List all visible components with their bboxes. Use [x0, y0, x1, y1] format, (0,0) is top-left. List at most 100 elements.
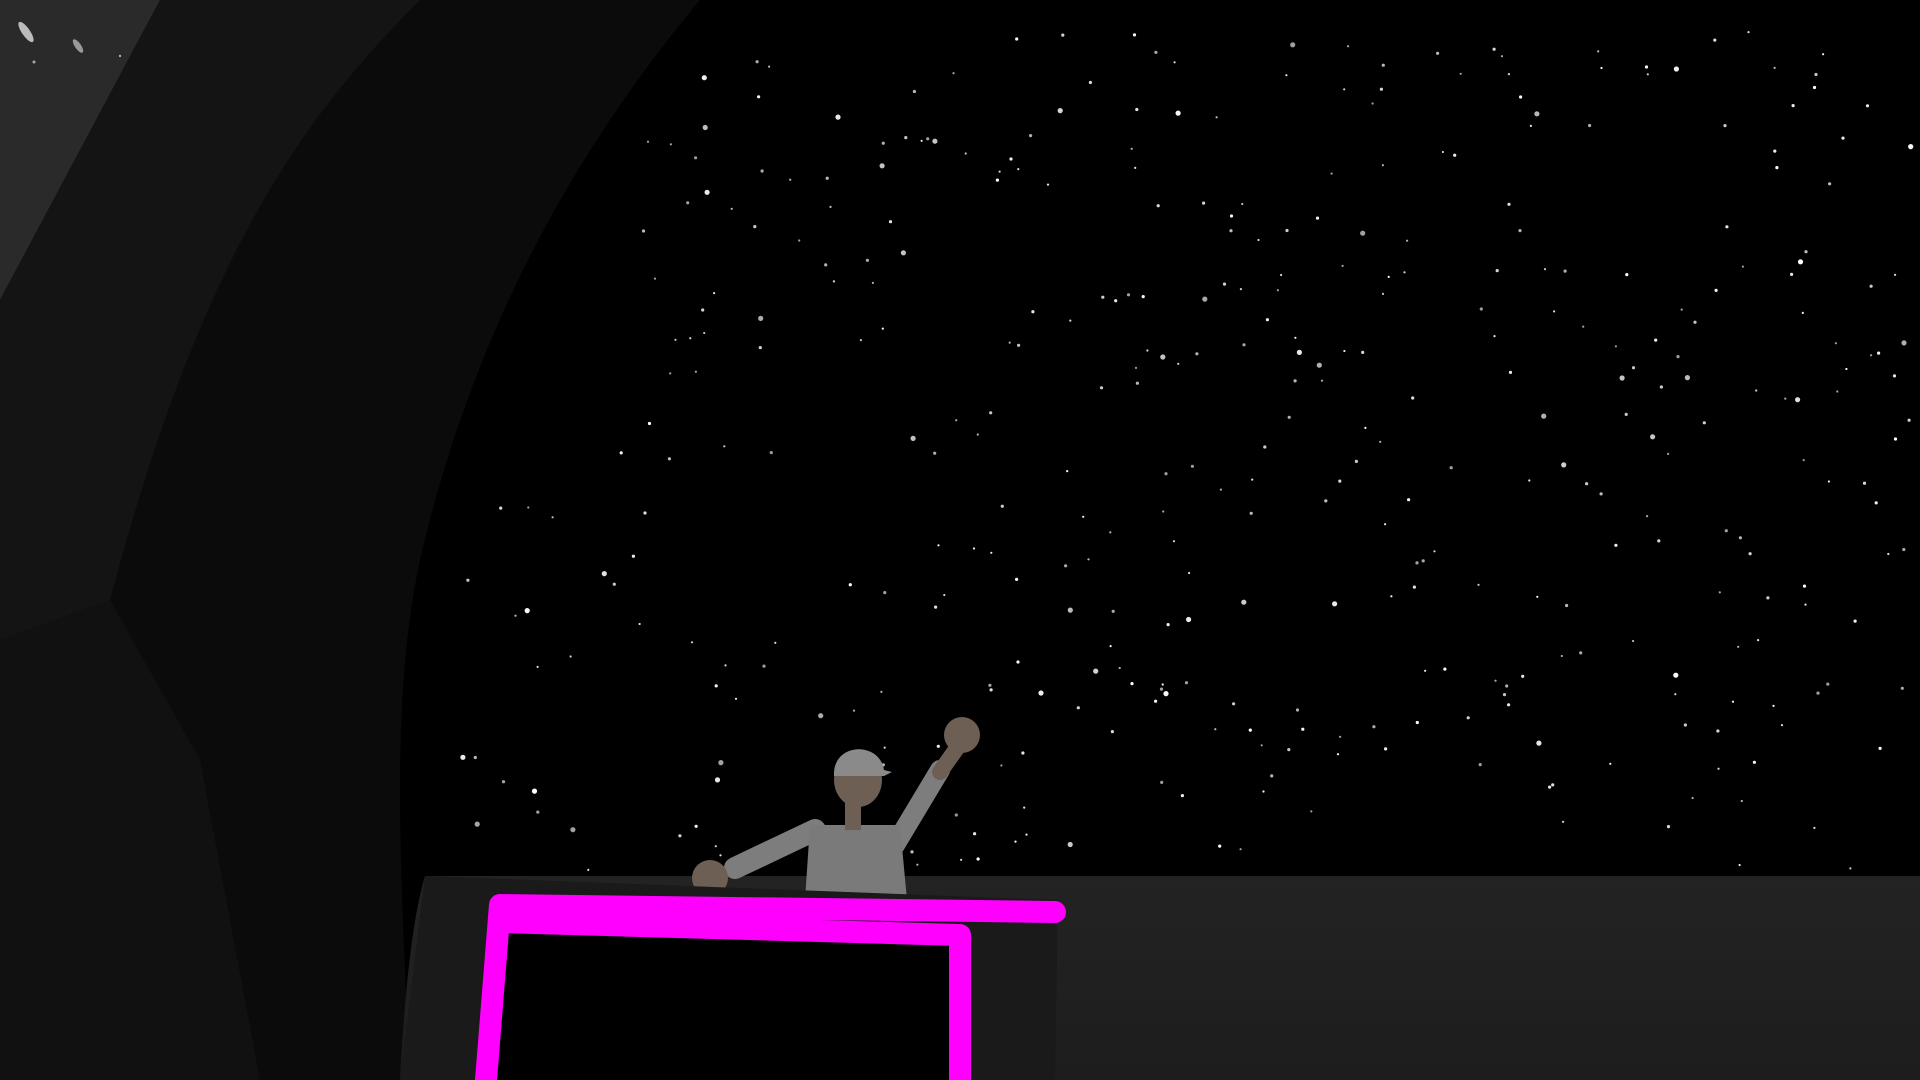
star — [1412, 585, 1416, 589]
star — [714, 777, 721, 783]
star — [1046, 183, 1050, 186]
star — [1713, 38, 1717, 42]
star — [536, 665, 539, 669]
star — [1646, 515, 1649, 518]
star — [1076, 706, 1080, 710]
star — [1000, 504, 1004, 508]
star — [1188, 571, 1191, 575]
star — [1202, 296, 1208, 302]
star — [499, 506, 503, 510]
star — [879, 163, 885, 169]
star — [1021, 751, 1025, 755]
star — [1219, 488, 1222, 491]
star — [1534, 111, 1540, 117]
star — [824, 263, 828, 267]
star — [1443, 667, 1447, 671]
star — [1118, 666, 1121, 670]
star — [1536, 595, 1539, 598]
star — [1804, 250, 1808, 254]
star — [883, 746, 886, 749]
star — [1287, 415, 1291, 419]
star — [1433, 550, 1436, 553]
star — [612, 582, 616, 586]
star — [1296, 349, 1302, 355]
star — [1901, 340, 1907, 346]
star — [995, 178, 1000, 182]
star — [1502, 693, 1507, 697]
star — [1657, 539, 1661, 543]
star — [1067, 607, 1073, 613]
star — [976, 857, 980, 861]
star — [1415, 720, 1419, 725]
star — [1780, 724, 1784, 727]
star — [701, 75, 707, 81]
star — [719, 854, 722, 857]
star — [690, 641, 694, 644]
star — [531, 788, 538, 794]
star — [888, 220, 893, 224]
star — [926, 137, 930, 141]
star — [1057, 108, 1063, 114]
star — [1741, 265, 1744, 268]
star — [1479, 307, 1483, 311]
star — [1160, 780, 1164, 785]
star — [1560, 654, 1563, 658]
star — [757, 95, 761, 99]
star — [1659, 385, 1663, 389]
star — [1239, 288, 1242, 291]
star — [1790, 272, 1794, 276]
star — [1579, 651, 1583, 655]
star — [1536, 740, 1542, 746]
star — [1229, 229, 1233, 233]
star — [1130, 147, 1133, 150]
star — [1619, 375, 1625, 381]
star — [920, 139, 923, 142]
star — [694, 824, 698, 828]
star — [1505, 684, 1509, 688]
star — [641, 229, 646, 233]
star — [667, 457, 672, 461]
star — [1061, 33, 1065, 37]
star — [1099, 386, 1104, 390]
star — [1130, 682, 1134, 686]
star — [734, 697, 738, 700]
star — [964, 152, 967, 155]
star — [1215, 116, 1218, 119]
star — [1186, 616, 1192, 623]
star — [1702, 421, 1706, 425]
star — [1017, 168, 1020, 171]
star — [1290, 42, 1296, 48]
star — [1718, 591, 1721, 594]
selected-box-object[interactable] — [400, 876, 1066, 1080]
star — [1343, 88, 1346, 91]
star — [916, 863, 919, 866]
star — [1582, 325, 1585, 328]
star — [768, 65, 771, 68]
star — [619, 451, 623, 455]
star — [1262, 790, 1265, 793]
star — [1222, 282, 1227, 286]
star — [1310, 810, 1313, 813]
star — [1666, 825, 1671, 829]
star — [1667, 452, 1670, 455]
star — [631, 554, 636, 558]
star — [1175, 110, 1181, 116]
star — [954, 813, 958, 817]
star — [1316, 362, 1322, 368]
star — [1841, 136, 1845, 140]
star — [1301, 727, 1305, 731]
star — [1134, 166, 1137, 169]
star — [1812, 85, 1817, 90]
star — [714, 684, 718, 688]
star — [1082, 515, 1085, 518]
star — [1908, 144, 1914, 150]
star — [1184, 681, 1189, 685]
star — [678, 834, 682, 838]
star — [1862, 481, 1867, 485]
game-viewport[interactable] — [0, 0, 1920, 1080]
star — [1088, 80, 1092, 85]
star — [1166, 623, 1170, 627]
star — [524, 608, 530, 614]
star — [1684, 375, 1690, 381]
star — [1717, 767, 1720, 770]
